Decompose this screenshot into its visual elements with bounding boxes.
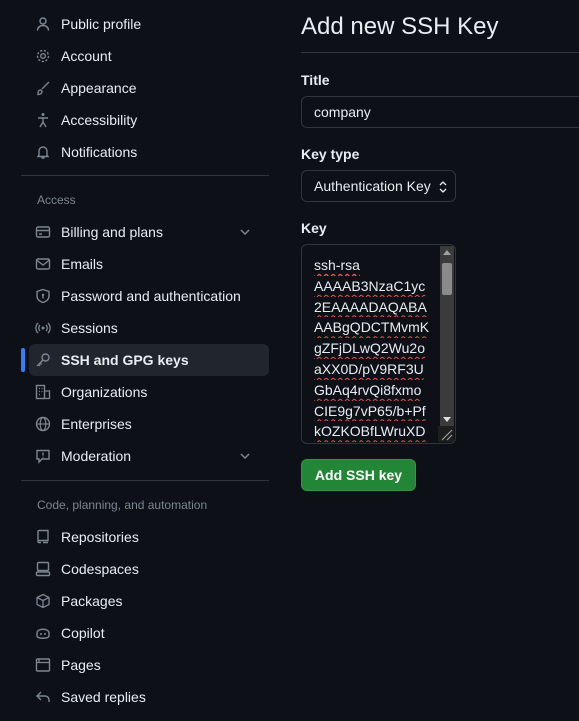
key-line: gZFjDLwQ2Wu2o (314, 340, 426, 357)
sidebar-item-label: SSH and GPG keys (61, 352, 189, 368)
accessibility-icon (35, 112, 51, 128)
sidebar-item-repositories[interactable]: Repositories (21, 521, 269, 553)
sidebar-item-label: Public profile (61, 16, 142, 32)
organization-icon (35, 384, 51, 400)
sidebar-item-public-profile[interactable]: Public profile (21, 8, 269, 40)
sidebar-item-label: Accessibility (61, 112, 138, 128)
person-icon (35, 16, 51, 32)
sidebar-item-packages[interactable]: Packages (21, 585, 269, 617)
sidebar-item-password-auth[interactable]: Password and authentication (21, 280, 269, 312)
key-line: CIE9g7vP65/b+Pf (314, 402, 426, 419)
repo-icon (35, 529, 51, 545)
key-line: AABgQDCTMvmK (314, 319, 430, 336)
key-line: aXX0D/pV9RF3U (314, 360, 424, 377)
sidebar-item-label: Codespaces (61, 561, 139, 577)
sidebar-group-profile: Public profile Account Appearance Access… (21, 8, 269, 168)
mail-icon (35, 256, 51, 272)
sidebar-item-sessions[interactable]: Sessions (21, 312, 269, 344)
sidebar-item-label: Account (61, 48, 112, 64)
bell-icon (35, 144, 51, 160)
key-line: ssh-rsa (314, 257, 360, 273)
sidebar-item-label: Copilot (61, 625, 105, 641)
key-line: GbAq4rvQi8fxmo (314, 381, 422, 398)
report-icon (35, 448, 51, 464)
key-icon (35, 352, 51, 368)
page-title: Add new SSH Key (301, 13, 499, 40)
broadcast-icon (35, 320, 51, 336)
sidebar-item-notifications[interactable]: Notifications (21, 136, 269, 168)
copilot-icon (35, 625, 51, 641)
scroll-up-arrow-icon[interactable] (443, 250, 451, 255)
chevron-down-icon[interactable] (237, 224, 253, 240)
paintbrush-icon (35, 80, 51, 96)
title-divider (301, 52, 579, 53)
codespaces-icon (35, 561, 51, 577)
title-input-value: company (314, 104, 371, 120)
title-input[interactable]: company (301, 96, 579, 128)
sidebar-item-accessibility[interactable]: Accessibility (21, 104, 269, 136)
chevron-down-icon[interactable] (237, 448, 253, 464)
sidebar-item-label: Pages (61, 657, 101, 673)
sidebar-item-emails[interactable]: Emails (21, 248, 269, 280)
sidebar-item-label: Enterprises (61, 416, 132, 432)
package-icon (35, 593, 51, 609)
key-type-value: Authentication Key (314, 178, 431, 194)
reply-icon (35, 689, 51, 705)
sidebar-item-label: Moderation (61, 448, 132, 464)
key-type-select[interactable]: Authentication Key (301, 170, 456, 202)
key-type-label: Key type (301, 146, 360, 162)
sidebar-divider (21, 480, 269, 481)
gear-icon (35, 48, 51, 64)
sidebar-item-enterprises[interactable]: Enterprises (21, 408, 269, 440)
sidebar-item-pages[interactable]: Pages (21, 649, 269, 681)
sidebar-item-moderation[interactable]: Moderation (21, 440, 269, 472)
sidebar-item-organizations[interactable]: Organizations (21, 376, 269, 408)
sidebar-item-saved-replies[interactable]: Saved replies (21, 681, 269, 713)
key-textarea[interactable]: ssh-rsa AAAAB3NzaC1yc 2EAAAADAQABA AABgQ… (301, 244, 456, 444)
sidebar-item-codespaces[interactable]: Codespaces (21, 553, 269, 585)
sidebar-item-copilot[interactable]: Copilot (21, 617, 269, 649)
scroll-thumb[interactable] (442, 263, 452, 295)
textarea-scrollbar[interactable] (440, 246, 454, 426)
sidebar-item-label: Billing and plans (61, 224, 163, 240)
active-indicator (21, 348, 25, 372)
sidebar-group-code: Repositories Codespaces Packages Copilot… (21, 521, 269, 713)
sidebar-item-label: Appearance (61, 80, 137, 96)
key-line: kOZKOBfLWruXD (314, 423, 426, 440)
globe-icon (35, 416, 51, 432)
credit-card-icon (35, 224, 51, 240)
sidebar-divider (21, 175, 269, 176)
sidebar-item-label: Organizations (61, 384, 148, 400)
select-caret-icon (439, 181, 447, 193)
key-label: Key (301, 220, 327, 236)
resize-handle-icon[interactable] (438, 426, 454, 442)
browser-icon (35, 657, 51, 673)
sidebar-group-access: Billing and plans Emails Password and au… (21, 216, 269, 472)
add-ssh-key-button[interactable]: Add SSH key (301, 459, 416, 491)
key-line: 2EAAAADAQABA (314, 298, 427, 315)
sidebar-item-label: Packages (61, 593, 123, 609)
sidebar-section-access-title: Access (37, 193, 76, 207)
sidebar-item-label: Password and authentication (61, 288, 241, 304)
sidebar-item-label: Emails (61, 256, 104, 272)
key-line: AAAAB3NzaC1yc (314, 277, 426, 294)
sidebar-item-billing[interactable]: Billing and plans (21, 216, 269, 248)
title-label: Title (301, 72, 330, 88)
scroll-down-arrow-icon[interactable] (443, 417, 451, 422)
key-textarea-content: ssh-rsa AAAAB3NzaC1yc 2EAAAADAQABA AABgQ… (314, 255, 439, 442)
shield-lock-icon (35, 288, 51, 304)
sidebar-item-label: Sessions (61, 320, 118, 336)
sidebar-item-account[interactable]: Account (21, 40, 269, 72)
sidebar-item-appearance[interactable]: Appearance (21, 72, 269, 104)
sidebar-item-label: Saved replies (61, 689, 146, 705)
sidebar-section-code-title: Code, planning, and automation (37, 498, 208, 512)
sidebar-item-label: Repositories (61, 529, 139, 545)
sidebar-item-label: Notifications (61, 144, 138, 160)
sidebar-item-ssh-gpg-keys[interactable]: SSH and GPG keys (21, 344, 269, 376)
